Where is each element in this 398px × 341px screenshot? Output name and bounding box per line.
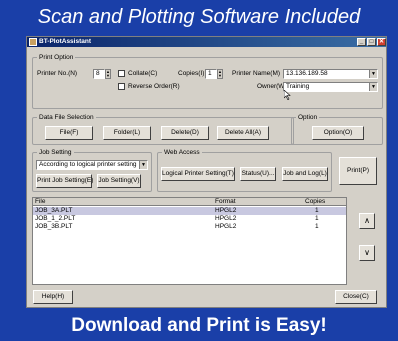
owner-value: Training	[286, 83, 310, 90]
mouse-cursor-icon	[284, 90, 291, 100]
move-down-button[interactable]: ∨	[359, 245, 375, 261]
job-and-log-button[interactable]: Job and Log(L)	[282, 167, 328, 181]
printer-name-select[interactable]: 13.136.189.58 ▼	[283, 69, 378, 79]
collate-label: Collate(C)	[128, 70, 158, 77]
printer-no-field[interactable]: 8	[93, 69, 105, 79]
window-title: BT-PlotAssistant	[39, 38, 92, 45]
close-button[interactable]: Close(C)	[335, 290, 377, 304]
file-list-header: File Format Copies	[33, 198, 346, 206]
web-access-group: Web Access Logical Printer Setting(T) St…	[157, 149, 332, 192]
job-setting-select-value: According to logical printer setting	[39, 161, 137, 168]
table-row[interactable]: JOB_3B.PLT HPGL2 1	[33, 223, 346, 231]
printer-name-label: Printer Name(M)	[232, 70, 281, 77]
chevron-down-icon: ▼	[139, 161, 147, 169]
row-copies: 1	[315, 207, 319, 214]
folder-button[interactable]: Folder(L)	[103, 126, 151, 140]
maximize-button[interactable]: □	[367, 38, 376, 46]
row-file: JOB_3A.PLT	[35, 207, 73, 214]
job-setting-button[interactable]: Job Setting(V)	[97, 174, 141, 188]
column-header-copies[interactable]: Copies	[305, 198, 325, 206]
owner-select[interactable]: Training ▼	[283, 82, 378, 92]
row-format: HPGL2	[215, 223, 237, 230]
row-file: JOB_3B.PLT	[35, 223, 73, 230]
option-legend: Option	[296, 114, 320, 121]
file-button[interactable]: File(F)	[45, 126, 93, 140]
row-copies: 1	[315, 223, 319, 230]
reverse-order-checkbox[interactable]	[118, 83, 125, 90]
printer-name-value: 13.136.189.58	[286, 70, 328, 77]
title-bar: BT-PlotAssistant _ □ ✕	[27, 37, 386, 47]
table-row[interactable]: JOB_1_2.PLT HPGL2 1	[33, 215, 346, 223]
job-setting-group: Job Setting According to logical printer…	[32, 149, 152, 192]
print-button[interactable]: Print(P)	[339, 157, 377, 185]
move-up-button[interactable]: ∧	[359, 213, 375, 229]
banner-top-text: Scan and Plotting Software Included	[37, 6, 361, 28]
chevron-down-icon: ▼	[369, 83, 377, 91]
job-setting-legend: Job Setting	[37, 149, 74, 156]
copies-field[interactable]: 1	[205, 69, 217, 79]
copies-spinner[interactable]: ▲ ▼	[217, 69, 223, 79]
column-header-file[interactable]: File	[35, 198, 45, 206]
column-header-format[interactable]: Format	[215, 198, 236, 206]
help-button[interactable]: Help(H)	[33, 290, 73, 304]
banner-bottom-text: Download and Print is Easy!	[71, 315, 327, 336]
printer-no-spinner[interactable]: ▲ ▼	[105, 69, 111, 79]
window-close-button[interactable]: ✕	[377, 38, 386, 46]
print-option-group: Print Option Printer No.(N) 8 ▲ ▼ Collate…	[32, 54, 383, 109]
job-setting-select[interactable]: According to logical printer setting ▼	[36, 160, 148, 170]
print-option-legend: Print Option	[37, 54, 76, 61]
status-button[interactable]: Status(U)...	[240, 167, 276, 181]
row-copies: 1	[315, 215, 319, 222]
minimize-button[interactable]: _	[357, 38, 366, 46]
print-job-setting-button[interactable]: Print Job Setting(E)	[36, 174, 93, 188]
web-access-legend: Web Access	[162, 149, 202, 156]
option-group: Option Option(O)	[291, 114, 383, 145]
row-format: HPGL2	[215, 215, 237, 222]
option-button[interactable]: Option(O)	[312, 126, 364, 140]
reverse-order-label: Reverse Order(R)	[128, 83, 180, 90]
delete-button[interactable]: Delete(D)	[161, 126, 209, 140]
copies-label: Copies(I)	[178, 70, 205, 77]
row-file: JOB_1_2.PLT	[35, 215, 76, 222]
collate-checkbox[interactable]	[118, 70, 125, 77]
chevron-down-icon: ▼	[369, 70, 377, 78]
printer-no-label: Printer No.(N)	[37, 70, 78, 77]
data-file-selection-legend: Data File Selection	[37, 114, 96, 121]
app-icon	[29, 38, 37, 46]
file-list[interactable]: File Format Copies JOB_3A.PLT HPGL2 1 JO…	[32, 197, 347, 285]
table-row[interactable]: JOB_3A.PLT HPGL2 1	[33, 207, 346, 215]
plot-assistant-window: BT-PlotAssistant _ □ ✕ Print Option Prin…	[26, 36, 387, 308]
delete-all-button[interactable]: Delete All(A)	[217, 126, 269, 140]
row-format: HPGL2	[215, 207, 237, 214]
data-file-selection-group: Data File Selection File(F) Folder(L) De…	[32, 114, 294, 145]
logical-printer-setting-button[interactable]: Logical Printer Setting(T)	[161, 167, 235, 181]
